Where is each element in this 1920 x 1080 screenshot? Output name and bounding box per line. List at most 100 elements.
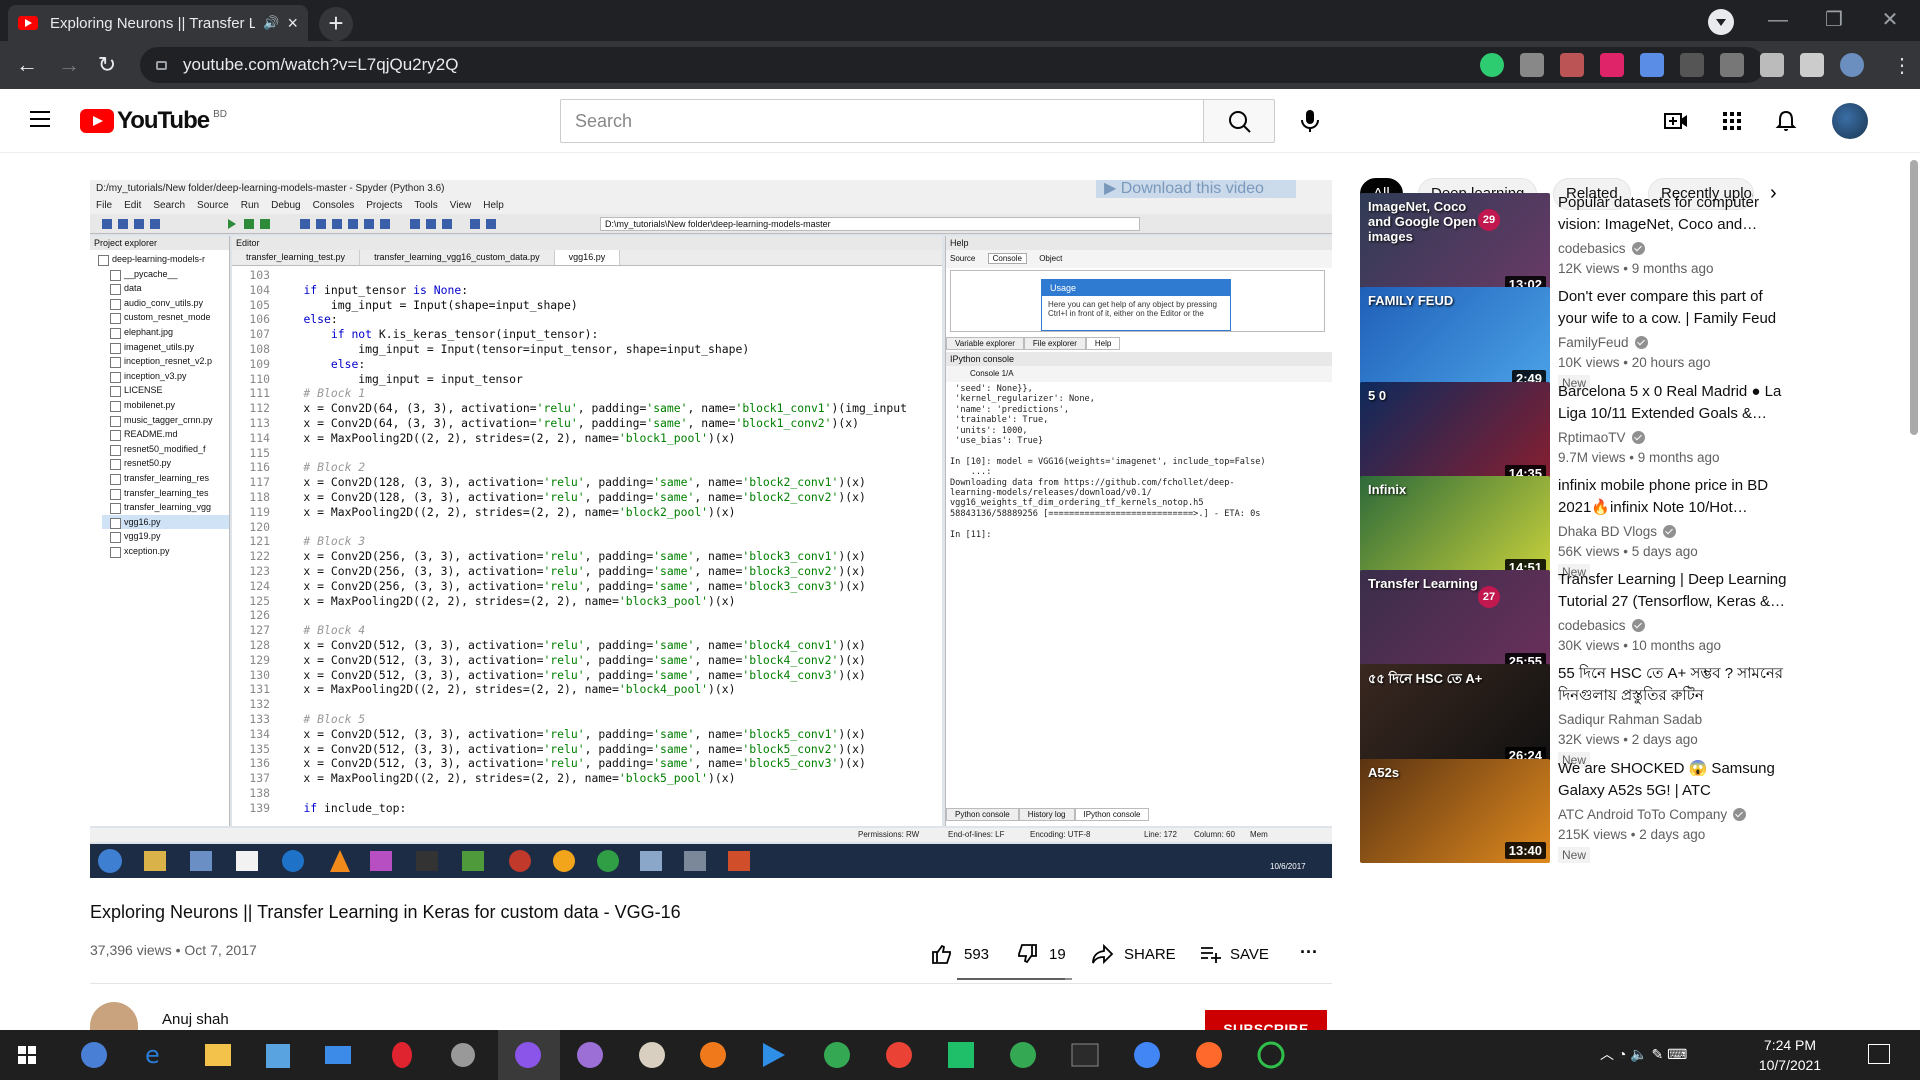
recommendation-channel[interactable]: RptimaoTV	[1558, 430, 1645, 445]
chrome-menu-icon[interactable]: ⋮	[1890, 53, 1914, 77]
recommendation-title[interactable]: Transfer Learning | Deep Learning Tutori…	[1558, 569, 1793, 613]
line-number: 120	[249, 519, 270, 534]
video-player[interactable]: D:/my_tutorials/New folder/deep-learning…	[90, 180, 1332, 878]
video-thumbnail[interactable]: ৫৫ দিনে HSC তে A+ 26:24	[1360, 664, 1550, 768]
browser-tab[interactable]: Exploring Neurons || Transfer Learning i…	[8, 5, 308, 41]
tab-search-icon[interactable]	[1708, 9, 1734, 35]
action-center-icon[interactable]	[1868, 1044, 1890, 1064]
spyder-menu-search: Search	[153, 200, 186, 211]
project-file: vgg16.py	[102, 514, 229, 530]
line-number: 122	[249, 549, 270, 564]
windows-taskbar: e ︿ ◔ 🔈 ✎ ⌨	[0, 1030, 1920, 1080]
share-icon	[1092, 943, 1114, 965]
recorded-taskbar-icons	[98, 849, 750, 873]
code-line: 135 x = Conv2D(512, (3, 3), activation='…	[232, 742, 932, 757]
editor-tab-active: vgg16.py	[554, 250, 621, 265]
page-scrollbar[interactable]	[1910, 160, 1918, 435]
video-thumbnail[interactable]: Transfer Learning 27 25:55	[1360, 570, 1550, 674]
console-line: 'trainable': True,	[950, 415, 1049, 426]
thumbs-up-icon	[932, 944, 951, 964]
recommendation-channel[interactable]: Sadiqur Rahman Sadab	[1558, 712, 1702, 727]
code-line: 132	[232, 697, 932, 712]
dislike-button[interactable]: 19	[1015, 942, 1066, 966]
recommendation-title[interactable]: 55 দিনে HSC তে A+ সম্ভব ? সামনের দিনগুলা…	[1558, 663, 1793, 707]
ipython-header: IPython console	[946, 352, 1332, 366]
line-number: 127	[249, 623, 270, 638]
recommendation-channel[interactable]: codebasics	[1558, 618, 1645, 633]
video-thumbnail[interactable]: Infinix 14:51	[1360, 476, 1550, 580]
video-thumbnail[interactable]: A52s 13:40	[1360, 759, 1550, 863]
code-line: 131 x = MaxPooling2D((2, 2), strides=(2,…	[232, 682, 932, 697]
search-input[interactable]: Search	[560, 99, 1204, 143]
recommendation-channel[interactable]: Dhaka BD Vlogs	[1558, 524, 1677, 539]
create-video-icon[interactable]	[1664, 109, 1688, 133]
pen-extension-icon[interactable]	[1720, 53, 1744, 77]
back-button[interactable]: ←	[12, 50, 42, 80]
recommendation-item[interactable]: 5 0 14:35 Barcelona 5 x 0 Real Madrid ● La…	[1360, 382, 1900, 486]
camera-extension-icon[interactable]	[1520, 53, 1544, 77]
extension-icon[interactable]	[1680, 53, 1704, 77]
menu-icon[interactable]	[30, 111, 50, 127]
share-button[interactable]: SHARE	[1090, 942, 1176, 966]
video-thumbnail[interactable]: FAMILY FEUD 2:49	[1360, 287, 1550, 391]
reload-button[interactable]: ↻	[92, 50, 122, 80]
recommendation-item[interactable]: Transfer Learning 27 25:55 Transfer Learnin…	[1360, 570, 1900, 674]
lock-icon[interactable]	[156, 60, 167, 70]
python-console-tab: Python console	[946, 808, 1019, 821]
line-number: 129	[249, 652, 270, 667]
recommendation-title[interactable]: Don't ever compare this part of your wif…	[1558, 286, 1793, 330]
profile-avatar[interactable]	[1840, 53, 1864, 77]
search-button[interactable]	[1203, 99, 1275, 143]
console-line: ...:	[950, 467, 992, 478]
new-badge: New	[1558, 847, 1591, 863]
recorded-windows-taskbar: 10/6/2017	[90, 844, 1332, 878]
recommendation-item[interactable]: A52s 13:40 We are SHOCKED 😱 Samsung Galaxy…	[1360, 759, 1900, 863]
extension-icon[interactable]	[1560, 53, 1584, 77]
spyder-menu-file: File	[96, 200, 113, 211]
video-thumbnail[interactable]: 5 0 14:35	[1360, 382, 1550, 486]
recommendation-item[interactable]: ImageNet, Coco and Google Open images 29 1…	[1360, 193, 1900, 297]
voice-search-button[interactable]	[1290, 101, 1330, 141]
recommendation-title[interactable]: Barcelona 5 x 0 Real Madrid ● La Liga 10…	[1558, 381, 1793, 425]
thumbnail-text: Infinix	[1368, 482, 1407, 497]
maximize-button[interactable]: ❐	[1814, 6, 1854, 34]
channel-name[interactable]: Anuj shah	[162, 1011, 229, 1028]
tab-close-button[interactable]: ×	[287, 13, 298, 34]
recommendation-item[interactable]: Infinix 14:51 infinix mobile phone price i…	[1360, 476, 1900, 580]
youtube-logo[interactable]: YouTube BD	[80, 107, 227, 135]
minimize-button[interactable]: —	[1758, 6, 1798, 34]
code-line: 139 if include_top:	[232, 801, 932, 816]
taskbar-clock[interactable]: 7:24 PM 10/7/2021	[1745, 1035, 1835, 1075]
download-extension-icon[interactable]	[1640, 53, 1664, 77]
system-tray-icons[interactable]: ︿ ◔ 🔈 ✎ ⌨	[1600, 1044, 1687, 1064]
recommendation-item[interactable]: ৫৫ দিনে HSC তে A+ 26:24 55 দিনে HSC তে A+ …	[1360, 664, 1900, 768]
account-avatar[interactable]	[1832, 103, 1868, 139]
subscribe-button[interactable]: SUBSCRIBE	[1205, 1010, 1327, 1030]
like-button[interactable]: 593	[930, 942, 989, 966]
new-tab-button[interactable]: +	[319, 7, 353, 41]
grammarly-extension-icon[interactable]	[1480, 53, 1504, 77]
recommendation-channel[interactable]: ATC Android ToTo Company	[1558, 807, 1747, 822]
channel-avatar[interactable]	[90, 1002, 138, 1032]
more-actions-button[interactable]: ···	[1300, 942, 1318, 963]
recommendation-channel[interactable]: FamilyFeud	[1558, 335, 1648, 350]
speaker-icon[interactable]: 🔊	[263, 15, 279, 31]
thumbnail-episode-badge: 29	[1478, 209, 1500, 231]
clock-date: 10/7/2021	[1758, 1057, 1822, 1073]
close-window-button[interactable]: ✕	[1870, 6, 1910, 34]
recommendation-title[interactable]: We are SHOCKED 😱 Samsung Galaxy A52s 5G!…	[1558, 758, 1793, 802]
download-video-banner[interactable]: ▶ Download this video	[1096, 180, 1296, 198]
forward-button[interactable]: →	[54, 50, 84, 80]
save-button[interactable]: SAVE	[1198, 942, 1269, 966]
recommendation-item[interactable]: FAMILY FEUD 2:49 Don't ever compare this p…	[1360, 287, 1900, 391]
recommendation-title[interactable]: infinix mobile phone price in BD 2021🔥in…	[1558, 475, 1793, 519]
apps-grid-icon[interactable]	[1720, 109, 1744, 133]
reading-list-icon[interactable]	[1800, 53, 1824, 77]
play-extension-icon[interactable]	[1600, 53, 1624, 77]
recommendation-channel[interactable]: codebasics	[1558, 241, 1645, 256]
notifications-bell-icon[interactable]	[1774, 109, 1798, 133]
recommendation-title[interactable]: Popular datasets for computer vision: Im…	[1558, 192, 1793, 236]
console-line: 'name': 'predictions',	[950, 404, 1069, 415]
puzzle-extensions-icon[interactable]	[1760, 53, 1784, 77]
video-thumbnail[interactable]: ImageNet, Coco and Google Open images 29 1…	[1360, 193, 1550, 297]
